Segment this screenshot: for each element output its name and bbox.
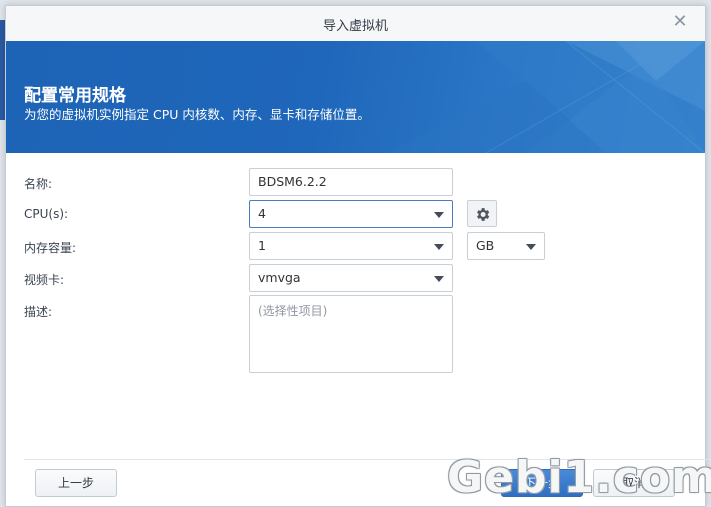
back-button[interactable]: 上一步 <box>35 469 117 497</box>
banner-heading: 配置常用规格 <box>24 86 126 106</box>
import-vm-dialog: 导入虚拟机 ✕ 配置常用规格 为您的虚拟机实例指定 CPU 内核数、内存、显卡和… <box>5 5 711 507</box>
chevron-down-icon <box>434 212 444 218</box>
banner-subtitle: 为您的虚拟机实例指定 CPU 内核数、内存、显卡和存储位置。 <box>24 107 370 122</box>
cpu-value: 4 <box>258 206 266 221</box>
chevron-down-icon <box>434 244 444 250</box>
memory-select[interactable]: 1 <box>249 232 453 260</box>
memory-label: 内存容量: <box>24 241 77 255</box>
chevron-down-icon <box>434 276 444 282</box>
watermark-text: Gebi1.com <box>447 452 711 503</box>
gear-icon <box>477 208 490 221</box>
description-label: 描述: <box>24 305 53 319</box>
cpu-select[interactable]: 4 <box>249 200 453 228</box>
dialog-title: 导入虚拟机 <box>322 19 388 34</box>
description-textarea[interactable]: (选择性项目) <box>249 295 453 373</box>
video-value: vmvga <box>258 270 301 285</box>
memory-value: 1 <box>258 238 266 253</box>
name-label: 名称: <box>24 177 53 191</box>
cpu-label: CPU(s): <box>24 207 69 221</box>
dialog-titlebar: 导入虚拟机 ✕ <box>6 6 705 42</box>
video-label: 视频卡: <box>24 273 65 287</box>
name-field[interactable]: BDSM6.2.2 <box>249 168 453 196</box>
memory-unit-value: GB <box>476 238 495 253</box>
chevron-down-icon <box>526 244 536 250</box>
memory-unit-select[interactable]: GB <box>467 232 545 260</box>
wizard-banner: 配置常用规格 为您的虚拟机实例指定 CPU 内核数、内存、显卡和存储位置。 <box>6 41 705 153</box>
cpu-settings-button[interactable] <box>467 200 497 227</box>
close-icon[interactable]: ✕ <box>671 13 689 31</box>
name-value: BDSM6.2.2 <box>258 174 327 189</box>
description-placeholder: (选择性项目) <box>258 304 328 318</box>
video-card-select[interactable]: vmvga <box>249 264 453 292</box>
